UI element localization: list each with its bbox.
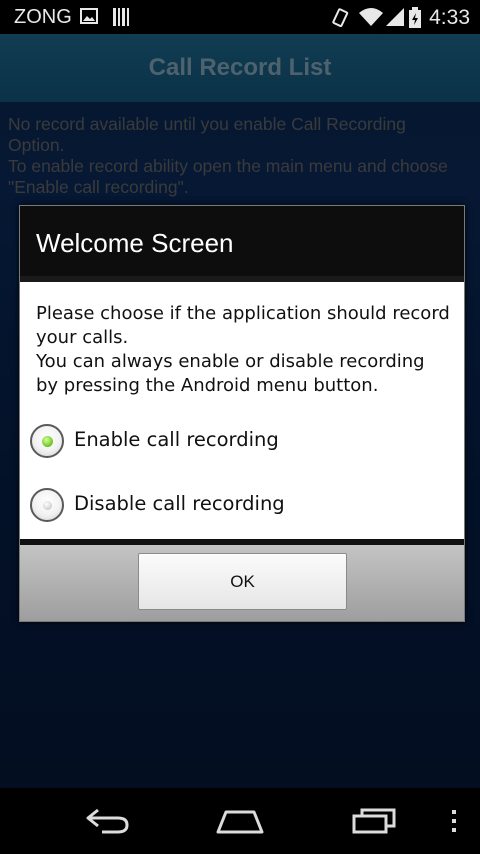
status-bar: ZONG 4:33 xyxy=(0,0,480,34)
back-icon[interactable] xyxy=(84,806,130,840)
radio-disable-recording[interactable]: Disable call recording xyxy=(28,482,456,534)
image-icon xyxy=(80,7,98,31)
menu-icon[interactable] xyxy=(448,806,460,840)
carrier-label: ZONG xyxy=(14,6,72,28)
wifi-icon xyxy=(358,7,384,33)
radio-label-disable: Disable call recording xyxy=(74,492,285,515)
radio-label-enable: Enable call recording xyxy=(74,428,279,451)
radio-button-unselected[interactable] xyxy=(30,488,64,522)
dialog-body: Please choose if the application should … xyxy=(20,282,464,539)
home-icon[interactable] xyxy=(214,806,266,840)
signal-icon xyxy=(384,7,406,33)
message-line-1: Please choose if the application should … xyxy=(36,303,450,348)
radio-selected-dot xyxy=(42,436,53,447)
radio-unselected-dot xyxy=(43,501,52,510)
navigation-bar xyxy=(0,788,480,854)
message-line-2: You can always enable or disable recordi… xyxy=(36,351,425,396)
dialog-footer: OK xyxy=(20,545,464,621)
dialog-message: Please choose if the application should … xyxy=(36,302,451,398)
barcode-icon xyxy=(112,7,130,33)
ok-button[interactable]: OK xyxy=(138,553,347,610)
radio-enable-recording[interactable]: Enable call recording xyxy=(28,418,456,470)
radio-button-selected[interactable] xyxy=(30,424,64,458)
battery-icon xyxy=(408,7,422,35)
dialog-title: Welcome Screen xyxy=(36,228,234,258)
welcome-dialog: Welcome Screen Please choose if the appl… xyxy=(19,205,465,622)
recent-apps-icon[interactable] xyxy=(350,806,398,840)
vibrate-icon xyxy=(330,7,350,33)
clock: 4:33 xyxy=(429,6,470,29)
screen: ZONG 4:33 Call Record List No record ava… xyxy=(0,0,480,854)
dialog-header: Welcome Screen xyxy=(20,206,464,276)
